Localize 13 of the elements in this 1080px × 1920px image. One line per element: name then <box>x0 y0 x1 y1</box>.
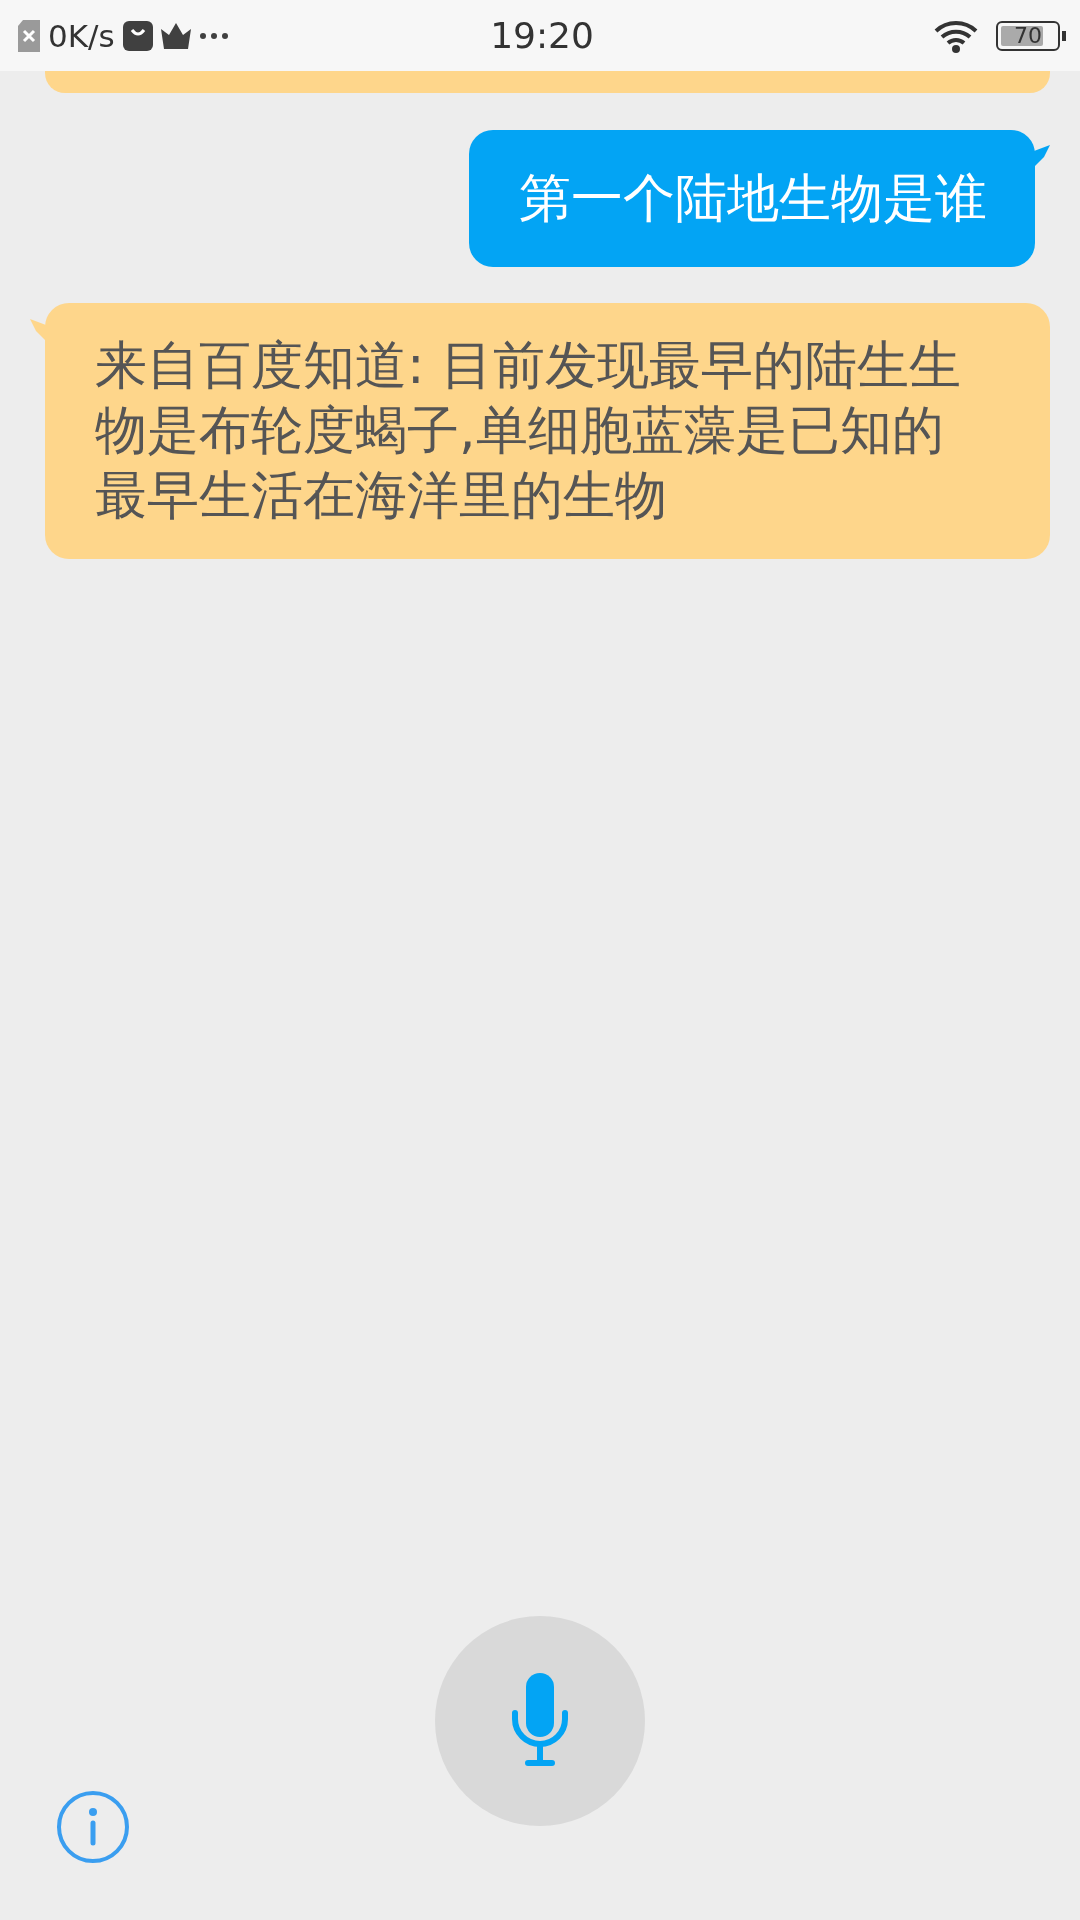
network-speed: 0K/s <box>48 17 115 54</box>
bubble-tail <box>30 319 46 341</box>
crown-icon <box>160 22 191 49</box>
reply-message: 来自百度知道: 目前发现最早的陆生生物是布轮度蝎子,单细胞蓝藻是已知的最早生活在海洋里的生物 <box>45 303 1050 559</box>
clock: 19:20 <box>490 15 594 56</box>
wifi-icon <box>934 18 978 53</box>
user-message: 第一个陆地生物是谁 <box>469 130 1035 267</box>
bag-icon <box>122 20 153 51</box>
more-icon <box>198 31 229 40</box>
microphone-icon <box>510 1673 570 1769</box>
sim-off-icon <box>18 19 40 52</box>
bubble-tail <box>1034 145 1050 167</box>
info-icon[interactable] <box>56 1790 130 1864</box>
